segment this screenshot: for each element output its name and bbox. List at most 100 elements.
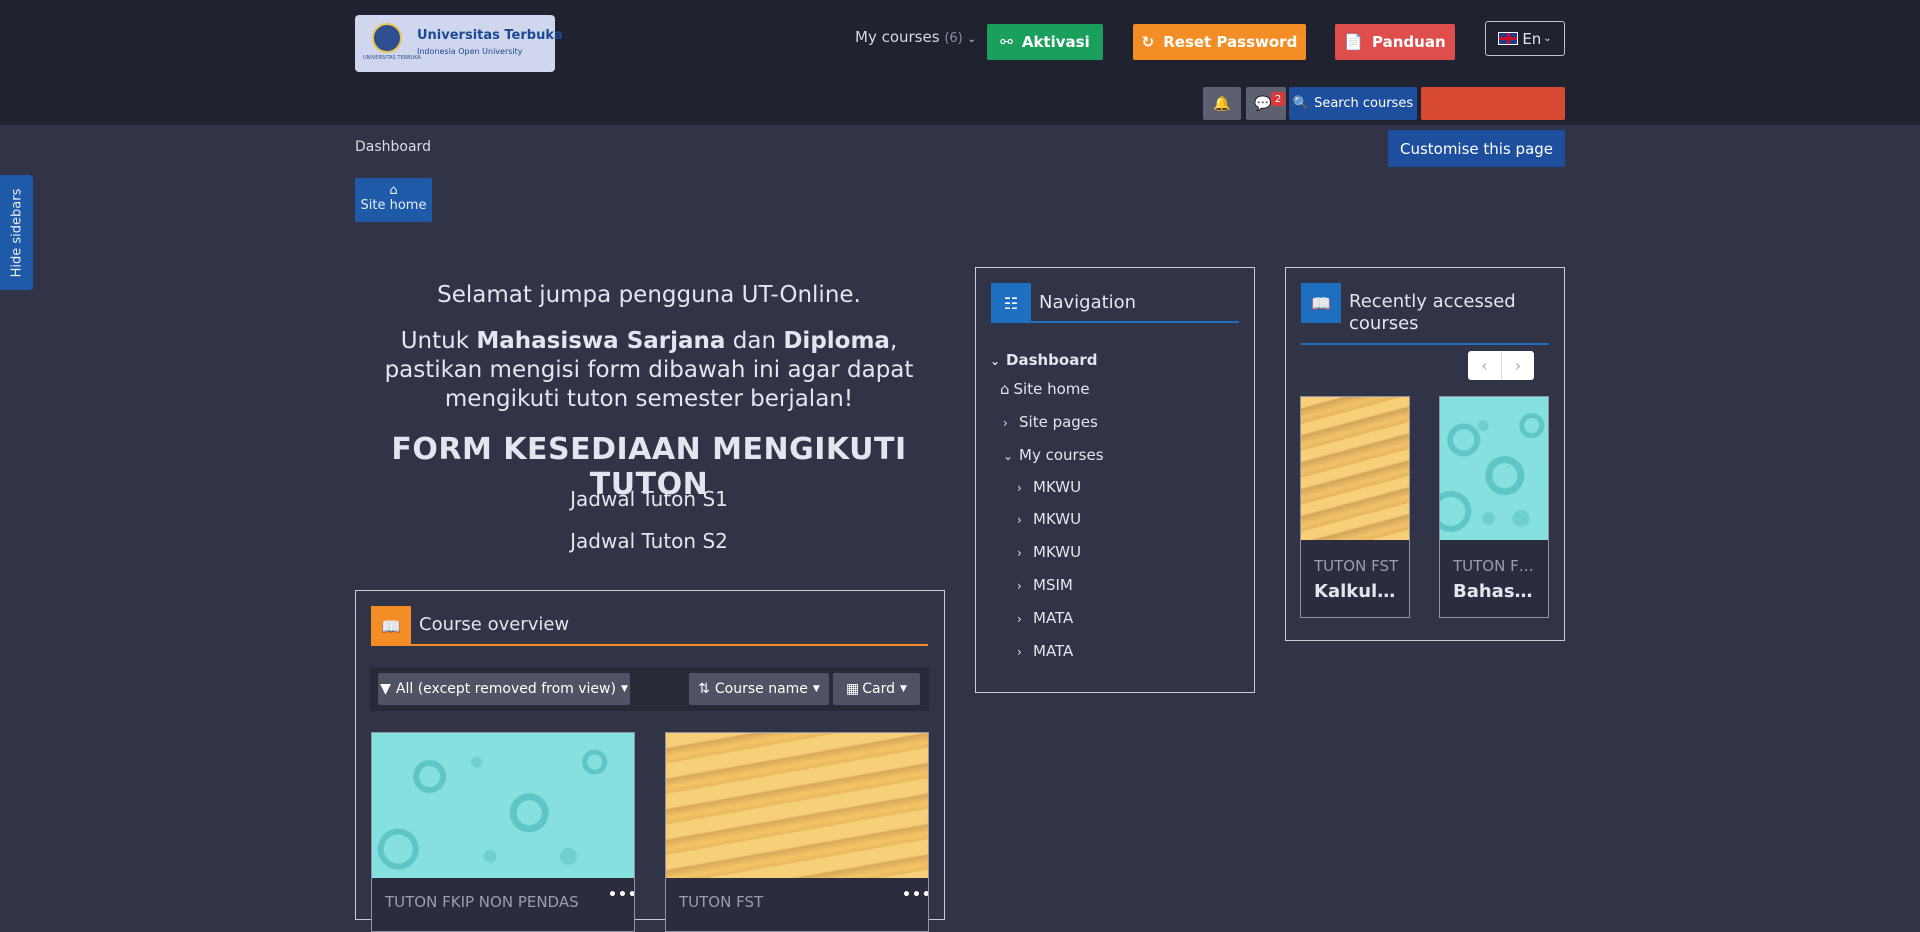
seal-text: UNIVERSITAS TERBUKA	[363, 55, 421, 61]
book-icon: 📖	[371, 606, 411, 646]
carousel-next-button[interactable]: ›	[1501, 351, 1534, 380]
customise-page-button[interactable]: Customise this page	[1388, 130, 1565, 167]
nav-course-item[interactable]: › MKWU	[1017, 478, 1081, 496]
course-image	[1440, 397, 1548, 540]
navigation-block: ☷ Navigation ⌄ Dashboard ⌂ Site home › Site…	[975, 267, 1255, 693]
chevron-right-icon: ›	[1017, 579, 1022, 593]
reset-password-label: Reset Password	[1163, 33, 1298, 51]
site-home-label: Site home	[360, 198, 427, 213]
welcome-greeting: Selamat jumpa pengguna UT-Online.	[437, 282, 861, 308]
sort-icon: ⇅	[698, 681, 710, 697]
course-overview-title: Course overview	[419, 614, 570, 635]
course-actions-icon[interactable]: •••	[608, 887, 634, 903]
user-menu-button[interactable]	[1421, 87, 1565, 120]
chevron-right-icon: ›	[1017, 481, 1022, 495]
course-image	[666, 733, 928, 878]
book-icon: 📖	[1301, 283, 1341, 323]
file-icon: 📄	[1344, 33, 1364, 51]
recent-courses-title: Recently accessed courses	[1349, 291, 1516, 334]
recent-courses-underline	[1301, 343, 1549, 345]
nav-course-item[interactable]: › MSIM	[1017, 576, 1073, 594]
nav-my-courses[interactable]: ⌄ My courses	[1003, 446, 1104, 464]
site-home-button[interactable]: ⌂ Site home	[355, 178, 432, 222]
filter-icon: ▼	[380, 681, 391, 697]
home-icon: ⌂	[389, 183, 398, 198]
aktivasi-label: Aktivasi	[1021, 33, 1090, 51]
language-label: En	[1522, 29, 1542, 48]
course-image	[1301, 397, 1409, 540]
my-courses-menu[interactable]: My courses (6) ⌄	[855, 28, 976, 46]
chevron-right-icon: ›	[1017, 645, 1022, 659]
chevron-right-icon: ›	[1514, 356, 1522, 375]
course-name[interactable]: Kalkulus ...	[1314, 581, 1400, 602]
nav-course-item[interactable]: › MATA	[1017, 609, 1073, 627]
jadwal-s1-link[interactable]: Jadwal Tuton S1	[355, 487, 943, 511]
uk-flag-icon	[1498, 32, 1519, 45]
logo-subtitle: Indonesia Open University	[417, 47, 523, 56]
course-card[interactable]: TUTON FKIP NON PENDAS •••	[371, 732, 635, 932]
course-category: TUTON FKIP NON PENDAS	[385, 893, 579, 911]
sort-dropdown[interactable]: ⇅ Course name ▼	[689, 673, 829, 705]
search-courses-label: Search courses	[1314, 96, 1414, 111]
chevron-right-icon: ›	[1017, 546, 1022, 560]
chevron-down-icon: ⌄	[1543, 33, 1552, 44]
home-icon: ⌂	[1000, 380, 1010, 398]
panduan-button[interactable]: 📄 Panduan	[1335, 24, 1455, 60]
welcome-instructions: Untuk Mahasiswa Sarjana dan Diploma, pas…	[384, 328, 914, 412]
my-courses-count: (6)	[944, 31, 963, 46]
message-count-badge: 2	[1271, 92, 1285, 106]
reset-password-button[interactable]: ↻ Reset Password	[1133, 24, 1306, 60]
course-image	[372, 733, 634, 878]
course-category: TUTON FK...	[1453, 557, 1539, 575]
grouping-filter-label: All (except removed from view)	[395, 681, 616, 697]
site-logo[interactable]: UNIVERSITAS TERBUKA Universitas Terbuka …	[355, 15, 563, 72]
course-overview-underline	[371, 644, 928, 646]
chevron-down-icon: ⌄	[990, 354, 1001, 368]
jadwal-s2-link[interactable]: Jadwal Tuton S2	[355, 529, 943, 553]
nav-site-home[interactable]: ⌂ Site home	[1000, 380, 1090, 398]
recent-course-card[interactable]: TUTON FK... Bahasa I...	[1439, 396, 1549, 618]
search-courses-button[interactable]: 🔍 Search courses	[1289, 87, 1417, 120]
chevron-down-icon: ⌄	[1003, 449, 1014, 463]
course-category: TUTON FST	[1314, 557, 1399, 575]
carousel-prev-button[interactable]: ‹	[1468, 351, 1501, 380]
course-actions-icon[interactable]: •••	[902, 887, 928, 903]
language-menu[interactable]: En ⌄	[1485, 21, 1565, 56]
nav-course-item[interactable]: › MKWU	[1017, 543, 1081, 561]
bell-icon: 🔔	[1213, 95, 1231, 112]
hide-sidebars-button[interactable]: Hide sidebars	[0, 175, 33, 290]
header-bar	[0, 0, 1920, 125]
nav-course-item[interactable]: › MKWU	[1017, 510, 1081, 528]
panduan-label: Panduan	[1372, 33, 1446, 51]
view-label: Card	[862, 681, 896, 697]
course-name[interactable]: Bahasa I...	[1453, 581, 1539, 602]
course-category: TUTON FST	[679, 893, 764, 911]
my-courses-label: My courses	[855, 28, 940, 46]
aktivasi-button[interactable]: ⚯ Aktivasi	[987, 24, 1103, 60]
university-seal-icon	[372, 23, 402, 53]
navigation-underline	[991, 321, 1239, 323]
key-icon: ⚯	[1000, 33, 1013, 51]
chevron-down-icon: ⌄	[967, 34, 976, 45]
navigation-title: Navigation	[1039, 292, 1137, 313]
chevron-right-icon: ›	[1017, 612, 1022, 626]
comment-icon: 💬	[1254, 95, 1272, 112]
hide-sidebars-label: Hide sidebars	[9, 188, 24, 277]
view-dropdown[interactable]: ▦ Card ▼	[833, 673, 920, 705]
caret-down-icon: ▼	[900, 684, 907, 694]
grid-icon: ▦	[846, 681, 860, 697]
nav-course-item[interactable]: › MATA	[1017, 642, 1073, 660]
search-icon: 🔍	[1292, 96, 1310, 111]
sitemap-icon: ☷	[991, 283, 1031, 323]
notifications-button[interactable]: 🔔	[1203, 87, 1241, 120]
breadcrumb[interactable]: Dashboard	[355, 139, 431, 155]
course-card[interactable]: TUTON FST •••	[665, 732, 929, 932]
recent-course-card[interactable]: TUTON FST Kalkulus ...	[1300, 396, 1410, 618]
nav-site-pages[interactable]: › Site pages	[1003, 413, 1098, 431]
nav-dashboard[interactable]: ⌄ Dashboard	[990, 351, 1097, 369]
chevron-right-icon: ›	[1003, 416, 1008, 430]
sort-label: Course name	[714, 681, 808, 697]
grouping-filter-dropdown[interactable]: ▼ All (except removed from view) ▼	[378, 673, 630, 705]
caret-down-icon: ▼	[620, 684, 628, 694]
refresh-icon: ↻	[1141, 33, 1155, 51]
